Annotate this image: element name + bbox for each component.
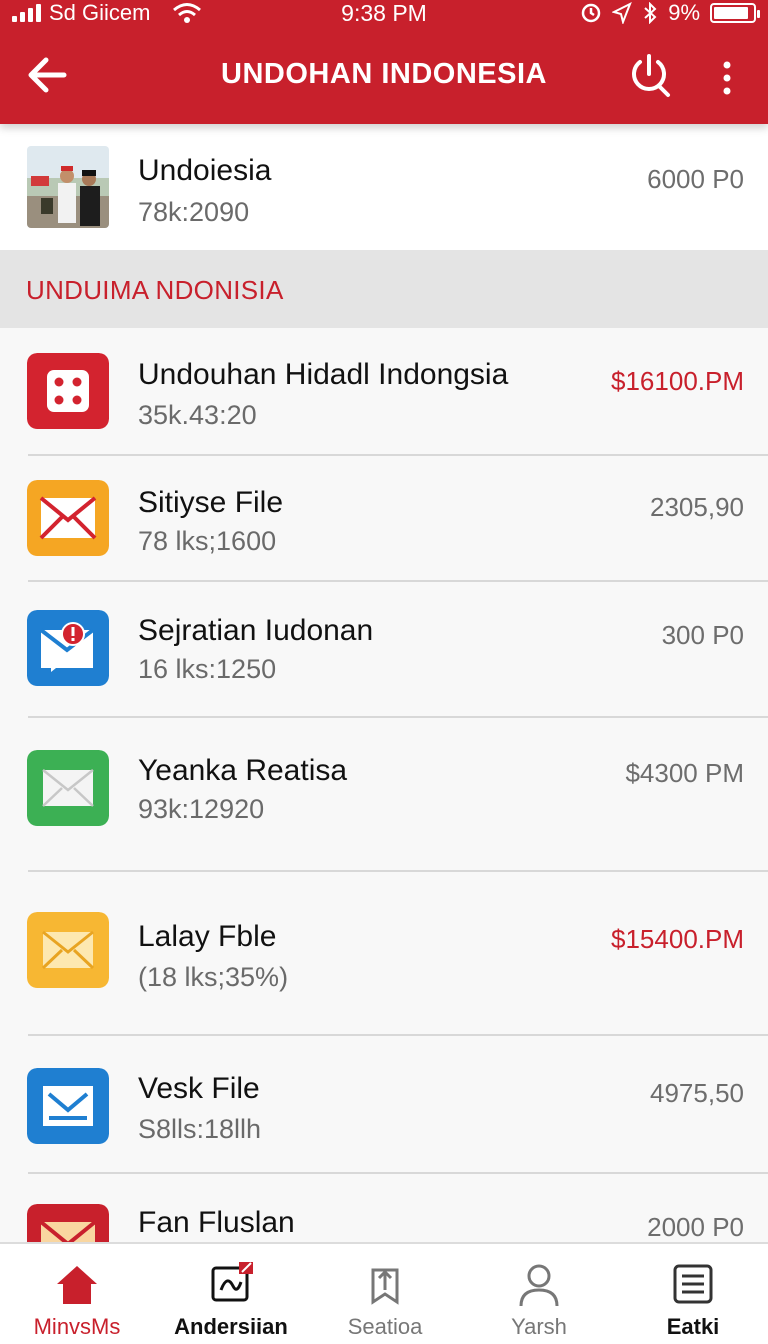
item-value: 2000 P0 <box>647 1212 744 1242</box>
tab-eatki[interactable]: Eatki <box>616 1244 768 1344</box>
envelope-icon <box>27 912 109 988</box>
status-right: 9% <box>580 0 760 26</box>
item-subtitle: 16 lks:1250 <box>138 654 277 684</box>
more-vertical-icon[interactable] <box>712 58 742 98</box>
item-subtitle: 93k:12920 <box>138 794 265 824</box>
tab-label: Seatioa <box>347 1314 423 1339</box>
power-search-icon[interactable] <box>626 52 672 98</box>
envelope-icon <box>27 1204 109 1242</box>
list-item[interactable]: Lalay Fble (18 lks;35%) $15400.PM <box>0 872 768 1036</box>
item-subtitle: (18 lks;35%) <box>138 962 289 992</box>
item-value: 6000 P0 <box>647 164 744 194</box>
battery-level <box>714 7 748 19</box>
list-item[interactable]: Sitiyse File 78 lks;1600 2305,90 <box>0 456 768 582</box>
tab-seatioa[interactable]: Seatioa <box>308 1244 462 1344</box>
alarm-icon <box>581 3 601 23</box>
item-value: 4975,50 <box>650 1078 744 1108</box>
item-subtitle: 35k.43:20 <box>138 400 257 430</box>
item-value: 2305,90 <box>650 492 744 522</box>
item-title: Sitiyse File <box>138 486 284 519</box>
message-alert-icon <box>27 610 109 686</box>
home-icon <box>57 1266 97 1304</box>
item-title: Lalay Fble <box>138 920 277 953</box>
item-value: $15400.PM <box>611 924 744 954</box>
item-subtitle: 78 lks;1600 <box>138 526 277 556</box>
tab-home[interactable]: MinvsMs <box>0 1244 154 1344</box>
list-item[interactable]: Fan Fluslan 2000 P0 <box>0 1174 768 1242</box>
header: Sd Giicem 9:38 PM 9% UNDOHAN INDONESIA <box>0 0 768 124</box>
file-list: Undouhan Hidadl Indongsia 35k.43:20 $161… <box>0 328 768 1242</box>
item-title: Yeanka Reatisa <box>138 754 348 787</box>
envelope-icon <box>27 750 109 826</box>
item-title: Sejratian Iudonan <box>138 614 374 647</box>
tab-label: MinvsMs <box>33 1314 121 1339</box>
item-value: $4300 PM <box>625 758 744 788</box>
item-thumbnail <box>27 146 109 228</box>
battery-percent: 9% <box>668 0 700 25</box>
list-item[interactable]: Yeanka Reatisa 93k:12920 $4300 PM <box>0 718 768 872</box>
bookmark-upload-icon <box>371 1268 399 1305</box>
tab-label: Eatki <box>666 1314 720 1339</box>
bottom-navigation: MinvsMs Andersiian Seatioa Yarsh Eatki <box>0 1242 768 1344</box>
section-header: UNDUIMA NDONISIA <box>0 250 768 328</box>
bluetooth-icon <box>644 2 657 24</box>
item-title: Vesk File <box>138 1072 260 1105</box>
section-title: UNDUIMA NDONISIA <box>26 275 284 305</box>
item-title: Undoiesia <box>138 154 272 187</box>
envelope-icon <box>27 480 109 556</box>
item-subtitle: 78k:2090 <box>138 197 250 227</box>
item-value: $16100.PM <box>611 366 744 396</box>
tab-label: Andersiian <box>174 1314 288 1339</box>
featured-item[interactable]: Undoiesia 78k:2090 6000 P0 <box>0 124 768 250</box>
item-subtitle: S8lls:18llh <box>138 1114 262 1144</box>
battery-icon <box>710 3 760 23</box>
item-value: 300 P0 <box>661 620 744 650</box>
item-title: Undouhan Hidadl Indongsia <box>138 358 509 391</box>
item-title: Fan Fluslan <box>138 1206 295 1239</box>
dice-icon <box>27 353 109 429</box>
list-item[interactable]: Sejratian Iudonan 16 lks:1250 300 P0 <box>0 582 768 718</box>
edit-image-icon <box>211 1262 253 1302</box>
list-item[interactable]: Undouhan Hidadl Indongsia 35k.43:20 $161… <box>0 328 768 456</box>
person-icon <box>519 1264 559 1307</box>
location-icon <box>612 2 633 24</box>
tab-andersiian[interactable]: Andersiian <box>154 1244 308 1344</box>
status-bar: Sd Giicem 9:38 PM 9% <box>0 0 768 28</box>
tab-label: Yarsh <box>511 1314 567 1339</box>
tab-yarsh[interactable]: Yarsh <box>462 1244 616 1344</box>
app-screen: Sd Giicem 9:38 PM 9% UNDOHAN INDONESIA U… <box>0 0 768 1344</box>
list-icon <box>673 1264 713 1304</box>
list-item[interactable]: Vesk File S8lls:18llh 4975,50 <box>0 1036 768 1174</box>
inbox-icon <box>27 1068 109 1144</box>
